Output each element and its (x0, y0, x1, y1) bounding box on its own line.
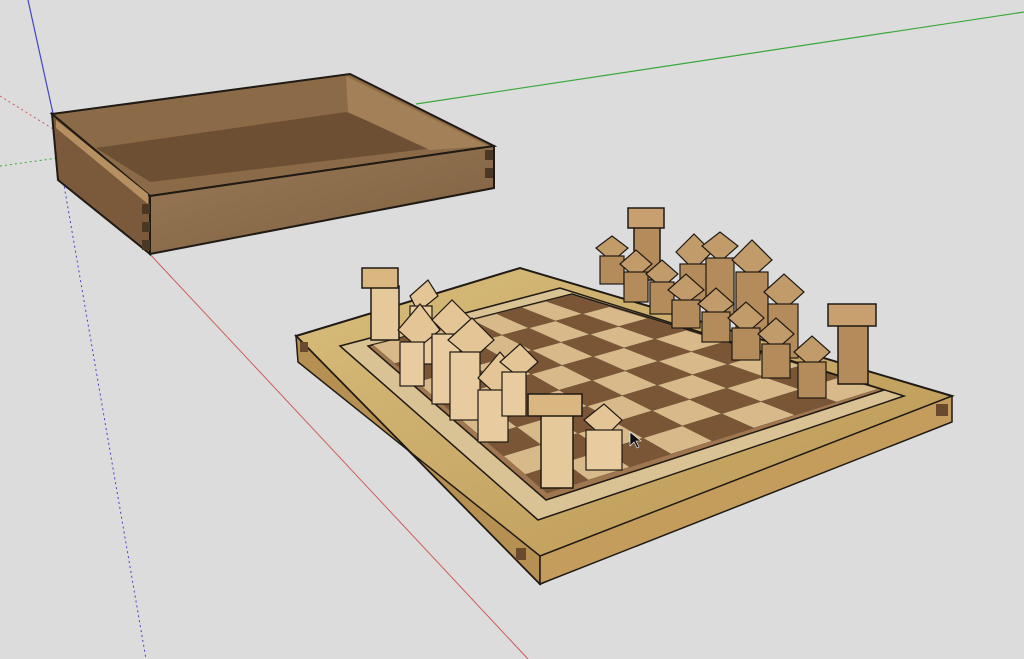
blue-axis (27, 0, 55, 119)
black-pawn-1[interactable] (595, 235, 629, 285)
black-pawn-8[interactable] (793, 335, 831, 399)
scene-canvas[interactable] (0, 0, 1024, 659)
modeling-viewport[interactable] (0, 0, 1024, 659)
box-tray[interactable] (49, 72, 498, 257)
green-axis (415, 11, 1024, 105)
red-axis-hidden (0, 95, 59, 133)
green-axis-hidden (0, 157, 59, 167)
